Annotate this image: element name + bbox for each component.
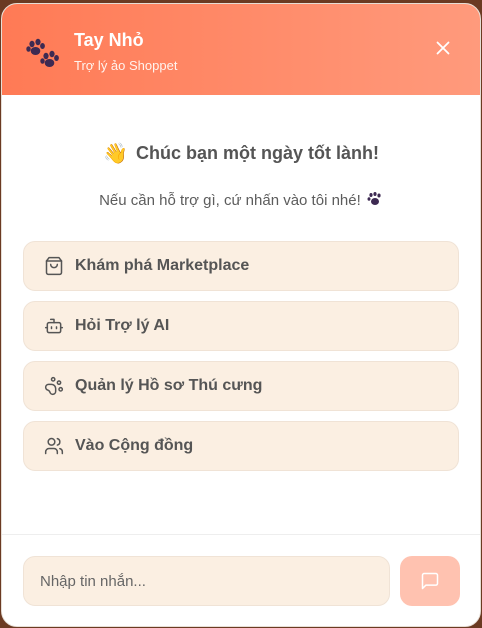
close-button[interactable] (432, 37, 454, 59)
option-label: Quản lý Hồ sơ Thú cưng (75, 377, 263, 394)
users-icon (44, 436, 64, 456)
option-marketplace[interactable]: Khám phá Marketplace (23, 241, 459, 291)
paw-icon (367, 192, 383, 210)
chat-body: 👋 Chúc bạn một ngày tốt lành! Nếu cần hỗ… (2, 95, 480, 534)
message-input[interactable] (23, 556, 390, 606)
option-pet-profile[interactable]: Quản lý Hồ sơ Thú cưng (23, 361, 459, 411)
quick-options: Khám phá Marketplace Hỏi Trợ lý AI Quản … (23, 241, 459, 481)
assistant-name: Tay Nhỏ (74, 30, 144, 50)
waving-hand-emoji: 👋 (103, 143, 128, 165)
chat-window: Tay Nhỏ Trợ lý ảo Shoppet 👋 Chúc bạn một… (1, 3, 481, 627)
option-label: Vào Cộng đồng (75, 437, 194, 454)
greeting: 👋 Chúc bạn một ngày tốt lành! (2, 141, 480, 166)
composer (2, 534, 480, 626)
message-square-icon (421, 572, 439, 590)
option-label: Hỏi Trợ lý AI (75, 317, 170, 334)
helper-text-label: Nếu cần hỗ trợ gì, cứ nhấn vào tôi nhé! (99, 192, 361, 209)
assistant-subtitle: Trợ lý ảo Shoppet (74, 58, 178, 73)
paw-icon (26, 38, 60, 70)
option-community[interactable]: Vào Cộng đồng (23, 421, 459, 471)
bot-icon (44, 316, 64, 336)
option-label: Khám phá Marketplace (75, 257, 250, 274)
send-button[interactable] (400, 556, 460, 606)
shopping-bag-icon (44, 256, 64, 276)
greeting-text: Chúc bạn một ngày tốt lành! (135, 143, 379, 163)
close-icon (436, 41, 450, 55)
paw-icon (44, 376, 64, 396)
option-ai-assistant[interactable]: Hỏi Trợ lý AI (23, 301, 459, 351)
helper-text: Nếu cần hỗ trợ gì, cứ nhấn vào tôi nhé! (2, 192, 480, 210)
chat-header: Tay Nhỏ Trợ lý ảo Shoppet (2, 4, 480, 95)
